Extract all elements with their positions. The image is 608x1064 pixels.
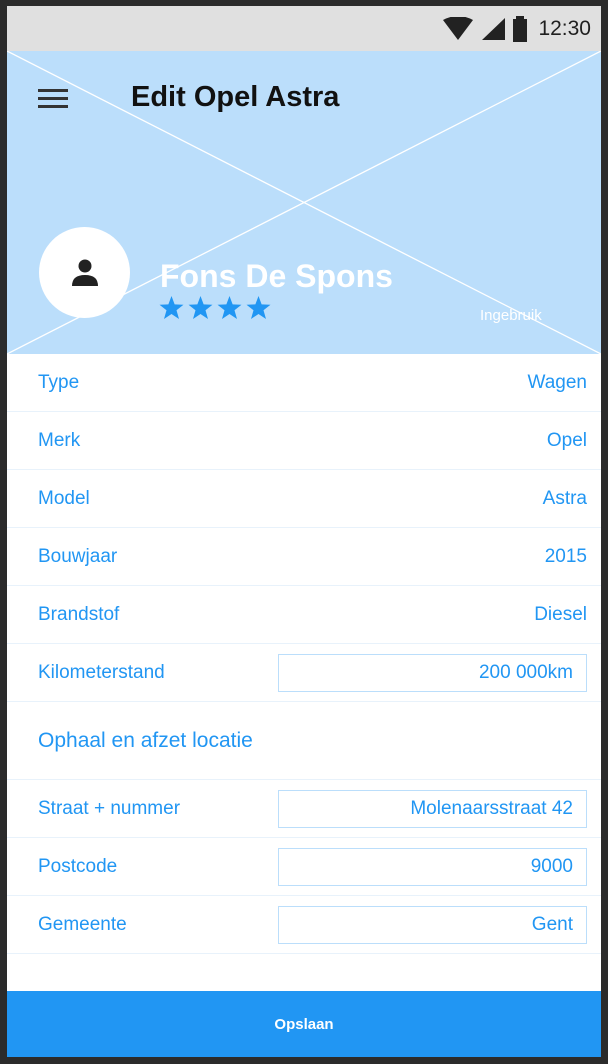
postcode-label: Postcode <box>38 855 118 877</box>
detail-value: Diesel <box>534 603 587 625</box>
page-title: Edit Opel Astra <box>131 81 340 113</box>
detail-row-model: Model Astra <box>7 470 601 528</box>
detail-label: Type <box>38 371 80 393</box>
status-time: 12:30 <box>538 17 591 40</box>
detail-value: Wagen <box>527 371 588 393</box>
mileage-label: Kilometerstand <box>38 661 165 683</box>
detail-label: Model <box>38 487 90 509</box>
detail-value: Opel <box>546 429 587 451</box>
detail-row-type: Type Wagen <box>7 354 601 412</box>
location-section-heading: Ophaal en afzet locatie <box>7 702 601 780</box>
detail-value: Astra <box>542 487 587 509</box>
rating-stars <box>159 295 271 320</box>
detail-label: Brandstof <box>38 603 120 625</box>
star-icon <box>159 296 184 319</box>
mileage-input[interactable]: 200 000km <box>278 653 587 692</box>
person-icon <box>71 259 98 286</box>
street-label: Straat + nummer <box>38 797 181 819</box>
city-input[interactable]: Gent <box>278 905 587 944</box>
status-icons: 12:30 <box>442 14 591 44</box>
detail-row-brand: Merk Opel <box>7 412 601 470</box>
star-icon <box>246 296 271 319</box>
vehicle-details-form: Type Wagen Merk Opel Model Astra Bouwjaa… <box>7 354 601 954</box>
city-label: Gemeente <box>38 913 127 935</box>
postcode-input[interactable]: 9000 <box>278 847 587 886</box>
device-frame: 12:30 Edit Opel Astra Fons De Spons Inge… <box>0 0 608 1064</box>
status-bar: 12:30 <box>7 6 601 51</box>
profile-name: Fons De Spons <box>160 258 393 294</box>
signal-icon <box>482 18 506 40</box>
avatar[interactable] <box>39 227 130 318</box>
detail-label: Bouwjaar <box>38 545 118 567</box>
detail-label: Merk <box>38 429 81 451</box>
detail-value: 2015 <box>544 545 587 567</box>
detail-row-fuel: Brandstof Diesel <box>7 586 601 644</box>
usage-status-label: Ingebruik <box>480 307 542 324</box>
street-input[interactable]: Molenaarsstraat 42 <box>278 789 587 828</box>
star-icon <box>188 296 213 319</box>
battery-icon <box>513 16 528 42</box>
location-heading-text: Ophaal en afzet locatie <box>38 728 253 752</box>
hamburger-menu-icon[interactable] <box>38 87 70 113</box>
save-button[interactable]: Opslaan <box>7 991 601 1057</box>
detail-row-year: Bouwjaar 2015 <box>7 528 601 586</box>
street-row: Straat + nummer Molenaarsstraat 42 <box>7 780 601 838</box>
star-icon <box>217 296 242 319</box>
city-row: Gemeente Gent <box>7 896 601 954</box>
header-image-placeholder: Edit Opel Astra Fons De Spons Ingebruik <box>7 51 601 354</box>
mileage-row: Kilometerstand 200 000km <box>7 644 601 702</box>
wifi-icon <box>443 17 474 40</box>
postcode-row: Postcode 9000 <box>7 838 601 896</box>
